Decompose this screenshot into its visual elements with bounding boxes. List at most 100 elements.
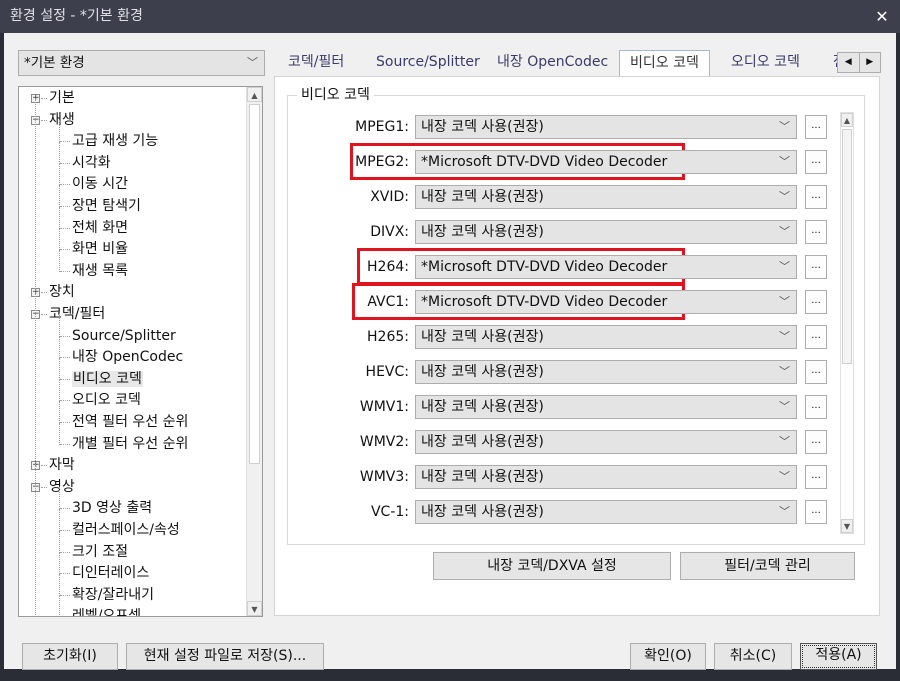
codec-options-button[interactable]: ... <box>805 185 827 209</box>
tab-4[interactable]: 오디오 코덱 <box>731 50 800 76</box>
codec-options-button[interactable]: ... <box>805 465 827 489</box>
tree-item[interactable]: 레벨/오프셋 <box>59 595 141 616</box>
chevron-down-icon: ﹀ <box>779 120 790 133</box>
codec-select[interactable]: 내장 코덱 사용(권장) ﹀ <box>415 465 797 489</box>
group-title: 비디오 코덱 <box>297 86 374 104</box>
tab-1[interactable]: Source/Splitter <box>376 50 480 76</box>
tree-item[interactable]: 개별 필터 우선 순위 <box>59 422 188 454</box>
tree-item[interactable]: 내장 OpenCodec <box>59 336 183 367</box>
filter-manage-button[interactable]: 필터/코덱 관리 <box>680 552 855 580</box>
tree-line <box>60 249 70 251</box>
codec-options-button[interactable]: ... <box>805 115 827 139</box>
tree-item[interactable]: + 장치 <box>31 282 75 302</box>
tree-item[interactable]: 전체 화면 <box>59 206 128 238</box>
codec-select[interactable]: *Microsoft DTV-DVD Video Decoder ﹀ <box>415 150 797 174</box>
tree-line <box>60 400 70 402</box>
codec-scrollbar[interactable]: ▲ ▼ <box>840 112 854 534</box>
close-icon[interactable]: ✕ <box>872 0 892 33</box>
tab-scroll-right-icon[interactable]: ▶ <box>860 53 881 72</box>
scroll-up-icon[interactable]: ▲ <box>247 87 262 102</box>
title-bar: 환경 설정 - *기본 환경 <box>0 0 900 33</box>
codec-options-button[interactable]: ... <box>805 395 827 419</box>
tree-item[interactable]: − 재생 <box>31 110 75 130</box>
tree-item[interactable]: 확장/잘라내기 <box>59 573 154 605</box>
tree-item-label: 장면 탐색기 <box>72 198 141 214</box>
codec-label: WMV2: <box>359 434 409 450</box>
tab-3[interactable]: 비디오 코덱 <box>619 50 710 77</box>
tree-line <box>59 141 60 164</box>
tree-item[interactable]: 전역 필터 우선 순위 <box>59 401 188 432</box>
tree-item-label: 디인터레이스 <box>72 565 150 582</box>
codec-options-button[interactable]: ... <box>805 325 827 349</box>
codec-value: 내장 코덱 사용(권장) <box>421 189 544 205</box>
tree-item[interactable]: 비디오 코덱 <box>59 357 143 389</box>
tree-item[interactable]: 화면 비율 <box>59 228 128 259</box>
tree-item-label: 영상 <box>49 478 75 495</box>
codec-options-button[interactable]: ... <box>805 255 827 279</box>
tree-item-label: 자막 <box>49 457 75 474</box>
tree-line <box>59 595 60 616</box>
codec-options-button[interactable]: ... <box>805 500 827 524</box>
tree-item-label: 재생 목록 <box>72 262 128 279</box>
tree-item[interactable]: Source/Splitter <box>59 314 176 346</box>
codec-select[interactable]: *Microsoft DTV-DVD Video Decoder ﹀ <box>415 290 797 314</box>
scroll-thumb[interactable] <box>842 129 852 364</box>
ok-button[interactable]: 확인(O) <box>630 643 706 670</box>
tree-item[interactable]: + 기본 <box>31 88 75 108</box>
reset-button[interactable]: 초기화(I) <box>22 643 118 670</box>
codec-select[interactable]: 내장 코덱 사용(권장) ﹀ <box>415 185 797 209</box>
tree-item[interactable]: 고급 재생 기능 <box>59 120 158 151</box>
tree-item[interactable]: 디인터레이스 <box>59 552 150 583</box>
codec-select[interactable]: 내장 코덱 사용(권장) ﹀ <box>415 325 797 349</box>
tree-item[interactable]: 이동 시간 <box>59 163 128 194</box>
codec-options-button[interactable]: ... <box>805 220 827 244</box>
cancel-button[interactable]: 취소(C) <box>714 643 792 670</box>
chevron-down-icon: ﹀ <box>779 365 790 378</box>
tree-item[interactable]: 오디오 코덱 <box>59 379 141 410</box>
codec-select[interactable]: 내장 코덱 사용(권장) ﹀ <box>415 115 797 139</box>
tab-2[interactable]: 내장 OpenCodec <box>497 50 608 76</box>
tree-item[interactable]: − 영상 <box>31 477 75 497</box>
codec-select[interactable]: 내장 코덱 사용(권장) ﹀ <box>415 220 797 244</box>
codec-select[interactable]: *Microsoft DTV-DVD Video Decoder ﹀ <box>415 255 797 279</box>
tree-line <box>41 119 47 121</box>
scroll-up-icon[interactable]: ▲ <box>841 113 853 127</box>
codec-options-button[interactable]: ... <box>805 150 827 174</box>
tree-item[interactable]: 장면 탐색기 <box>59 185 141 216</box>
tree-item[interactable]: 컬러스페이스/속성 <box>59 509 180 540</box>
tree-item-label: 3D 영상 출력 <box>72 500 153 517</box>
tab-0[interactable]: 코덱/필터 <box>288 50 344 76</box>
codec-label: AVC1: <box>367 294 409 310</box>
scroll-down-icon[interactable]: ▼ <box>247 601 262 616</box>
tree-item[interactable]: 크기 조절 <box>59 530 128 562</box>
codec-select[interactable]: 내장 코덱 사용(권장) ﹀ <box>415 500 797 524</box>
tree-item[interactable]: 3D 영상 출력 <box>59 487 153 518</box>
tree-item[interactable]: 재생 목록 <box>59 249 128 281</box>
tree-line <box>59 573 60 596</box>
tree-item-label: 코덱/필터 <box>49 306 106 322</box>
tree-item[interactable]: + 자막 <box>31 455 75 475</box>
tree-line <box>60 594 70 596</box>
dxva-settings-button[interactable]: 내장 코덱/DXVA 설정 <box>433 552 671 580</box>
tree-line <box>60 530 70 531</box>
codec-select[interactable]: 내장 코덱 사용(권장) ﹀ <box>415 360 797 384</box>
tree-item[interactable]: 시각화 <box>59 141 111 173</box>
preset-value: *기본 환경 <box>24 55 85 71</box>
save-settings-button[interactable]: 현재 설정 파일로 저장(S)... <box>126 643 324 670</box>
preset-select[interactable]: *기본 환경 ﹀ <box>18 50 265 76</box>
tree-scrollbar[interactable]: ▲ ▼ <box>246 87 262 616</box>
tree-line <box>41 314 47 315</box>
tree-line <box>59 379 60 402</box>
apply-button[interactable]: 적용(A) <box>800 643 877 670</box>
tree-line <box>59 163 60 186</box>
codec-options-button[interactable]: ... <box>805 430 827 454</box>
tree-item[interactable]: − 코덱/필터 <box>31 304 106 324</box>
scroll-thumb[interactable] <box>249 104 260 464</box>
codec-options-button[interactable]: ... <box>805 290 827 314</box>
tab-scroll-left-icon[interactable]: ◀ <box>838 53 860 72</box>
codec-select[interactable]: 내장 코덱 사용(권장) ﹀ <box>415 430 797 454</box>
codec-options-button[interactable]: ... <box>805 360 827 384</box>
codec-select[interactable]: 내장 코덱 사용(권장) ﹀ <box>415 395 797 419</box>
chevron-down-icon: ﹀ <box>247 56 258 69</box>
scroll-down-icon[interactable]: ▼ <box>841 519 853 533</box>
